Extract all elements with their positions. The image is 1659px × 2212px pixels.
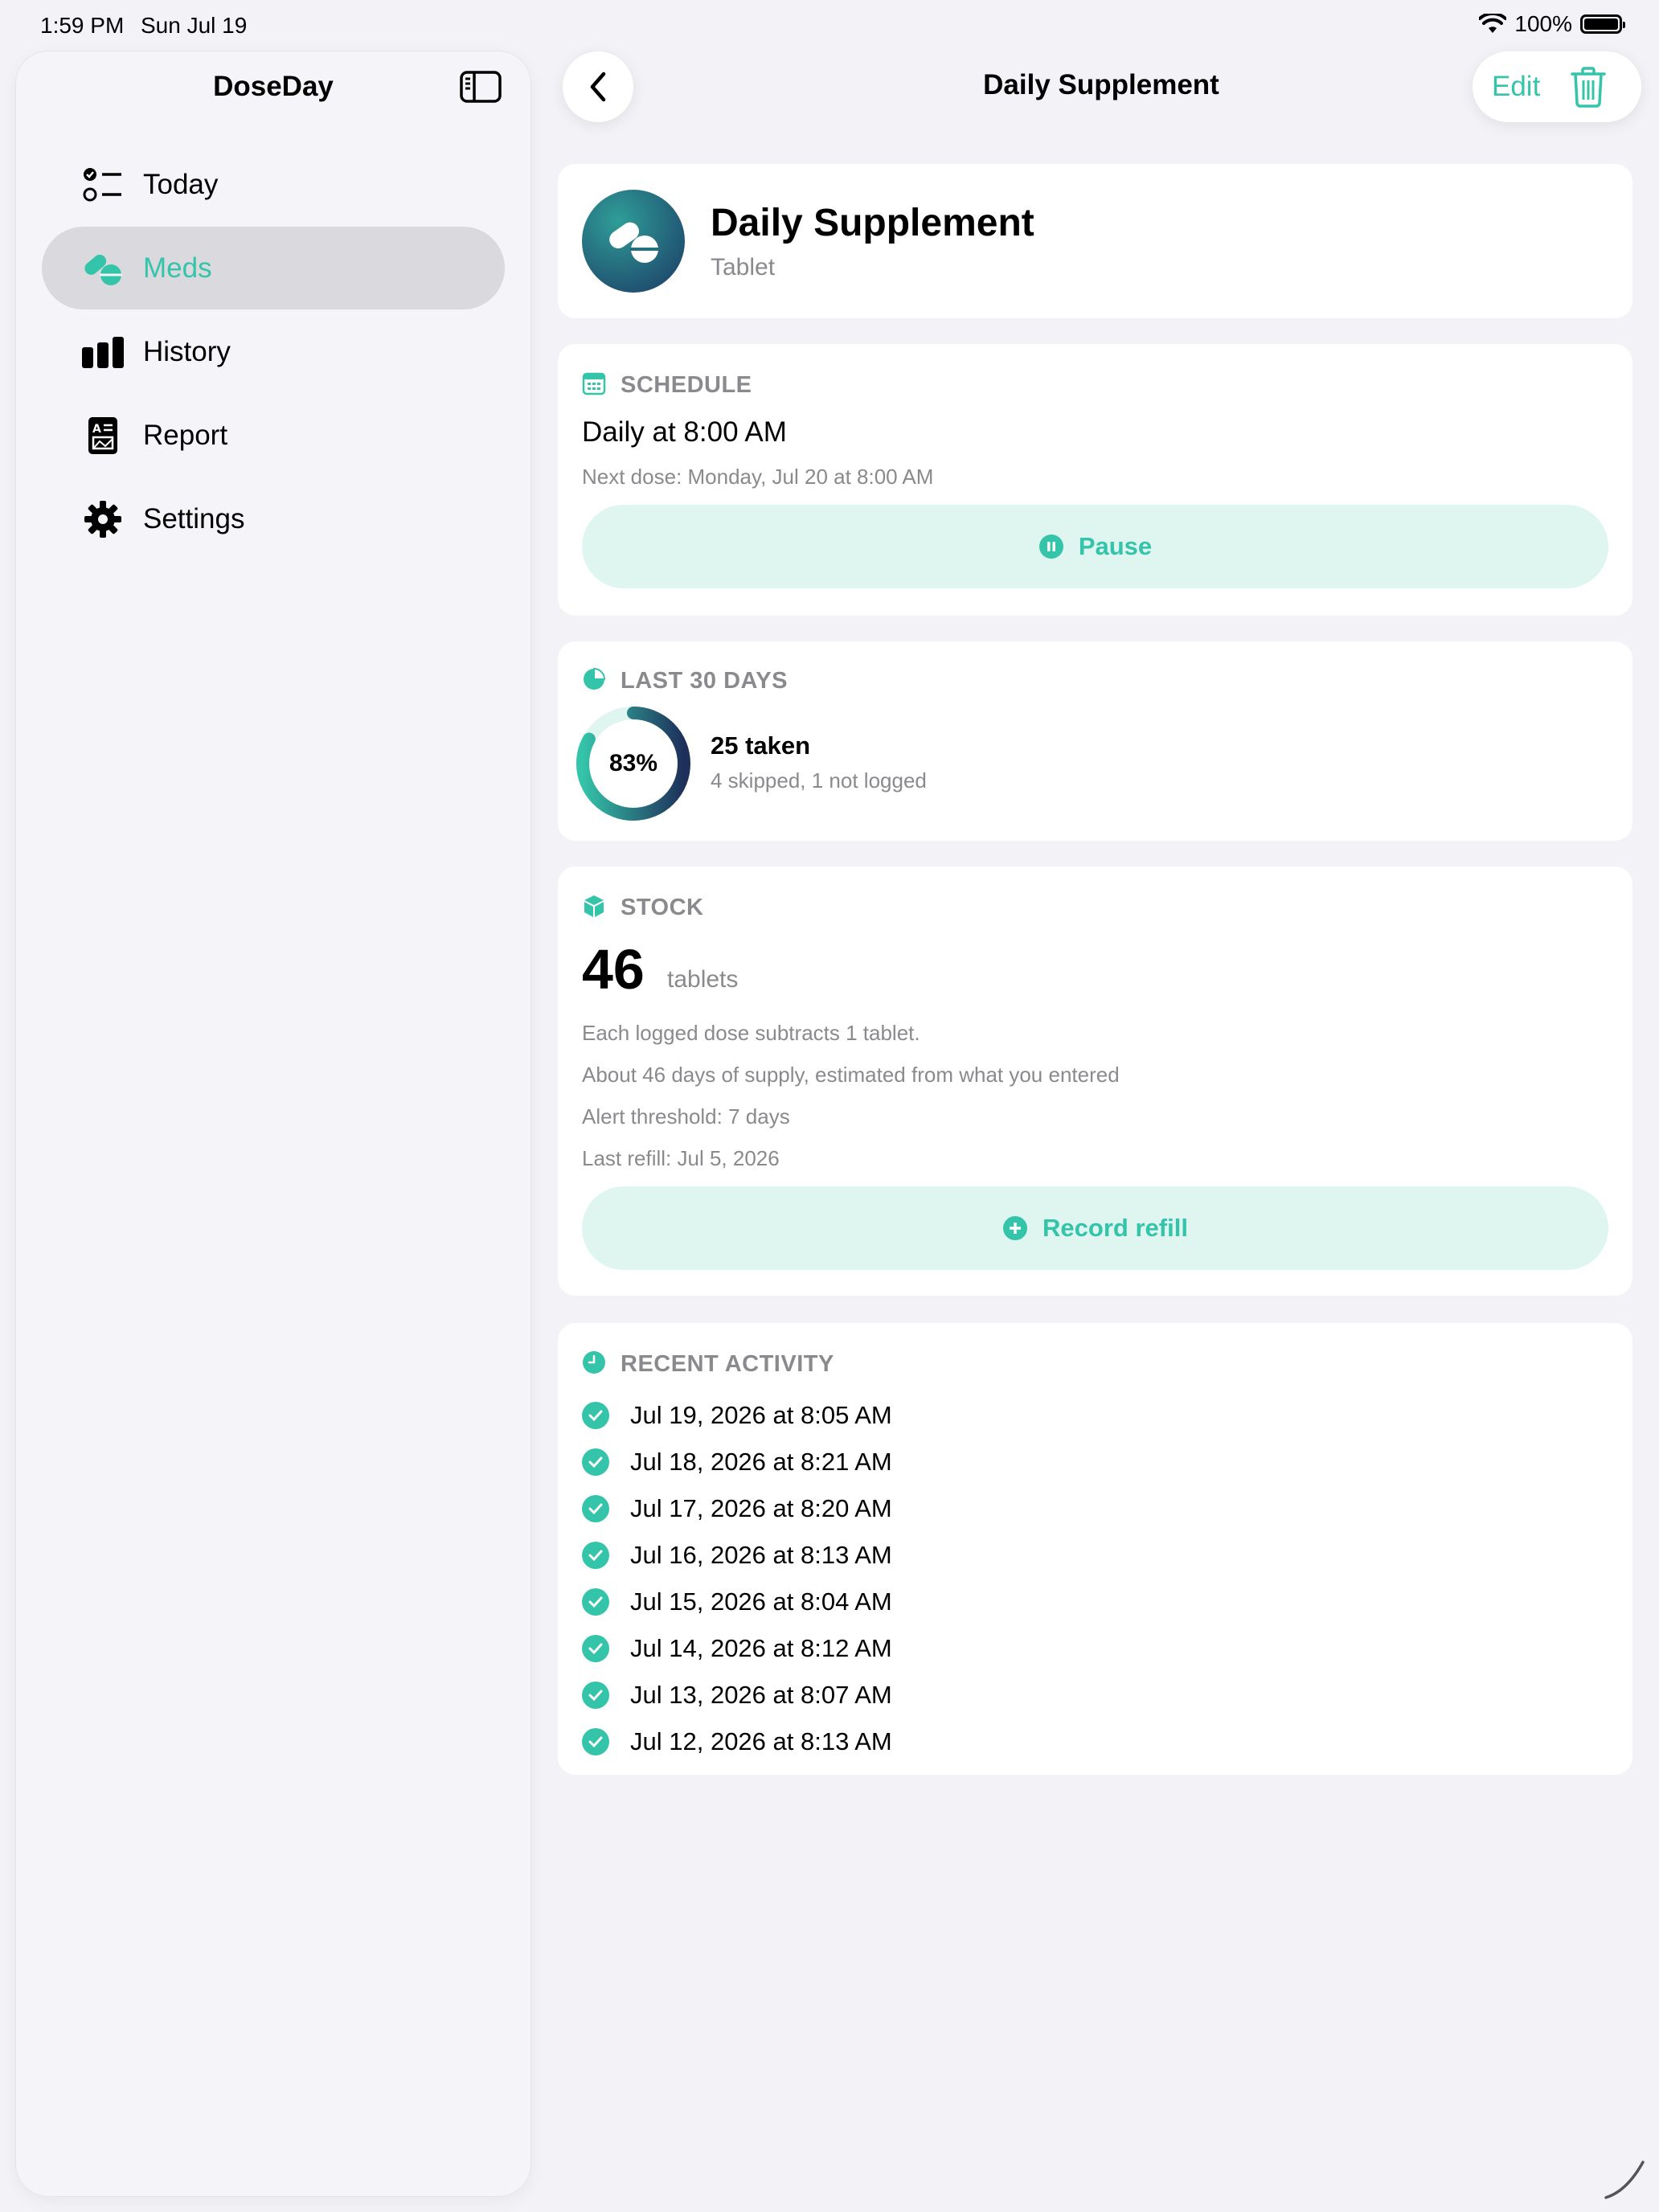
clock-icon xyxy=(582,1350,609,1378)
status-date: Sun Jul 19 xyxy=(141,13,248,38)
toolbar-actions: Edit xyxy=(1473,51,1641,122)
sidebar-item-label: Meds xyxy=(143,252,212,284)
sidebar-toggle-icon[interactable] xyxy=(460,71,502,103)
page-title: Daily Supplement xyxy=(983,69,1219,100)
activity-timestamp: Jul 12, 2026 at 8:13 AM xyxy=(630,1727,892,1755)
pie-chart-icon xyxy=(582,667,609,694)
status-bar: 1:59 PM Sun Jul 19 100% xyxy=(0,0,1659,51)
list-item: Jul 13, 2026 at 8:07 AM xyxy=(582,1672,892,1718)
sidebar-item-meds[interactable]: Meds xyxy=(42,227,505,309)
wifi-icon xyxy=(1479,14,1507,33)
list-item: Jul 19, 2026 at 8:05 AM xyxy=(582,1392,892,1439)
activity-timestamp: Jul 16, 2026 at 8:13 AM xyxy=(630,1541,892,1569)
sidebar-item-today[interactable]: Today xyxy=(42,143,505,226)
activity-list: Jul 19, 2026 at 8:05 AM Jul 18, 2026 at … xyxy=(582,1392,892,1765)
chevron-left-icon xyxy=(590,72,606,102)
stock-card: STOCK 46 tablets Each logged dose subtra… xyxy=(558,866,1632,1296)
report-icon: A xyxy=(80,413,125,458)
pills-icon xyxy=(80,246,125,291)
checklist-icon xyxy=(80,162,125,207)
sidebar-item-settings[interactable]: Settings xyxy=(42,477,505,560)
schedule-when: Daily at 8:00 AM xyxy=(582,416,787,448)
activity-timestamp: Jul 17, 2026 at 8:20 AM xyxy=(630,1494,892,1522)
record-refill-button[interactable]: Record refill xyxy=(582,1186,1608,1270)
checkmark-icon xyxy=(582,1682,609,1709)
bar-chart-icon xyxy=(80,330,125,375)
last-30-days-header-label: LAST 30 DAYS xyxy=(621,667,788,694)
list-item: Jul 18, 2026 at 8:21 AM xyxy=(582,1439,892,1485)
sidebar-item-label: Report xyxy=(143,419,228,451)
checkmark-icon xyxy=(582,1448,609,1476)
pause-icon xyxy=(1038,534,1064,559)
battery-icon xyxy=(1580,14,1625,34)
pause-button-label: Pause xyxy=(1078,532,1153,560)
stock-count: 46 xyxy=(582,938,645,1001)
list-item: Jul 12, 2026 at 8:13 AM xyxy=(582,1718,892,1765)
schedule-card: SCHEDULE Daily at 8:00 AM Next dose: Mon… xyxy=(558,344,1632,616)
pencil-stroke-icon xyxy=(1604,2161,1645,2199)
schedule-header: SCHEDULE xyxy=(582,371,752,399)
stock-info-line: Each logged dose subtracts 1 tablet. xyxy=(582,1021,920,1045)
adherence-percent: 83% xyxy=(608,750,658,776)
activity-timestamp: Jul 18, 2026 at 8:21 AM xyxy=(630,1448,892,1476)
last-30-days-header: LAST 30 DAYS xyxy=(582,667,788,694)
activity-timestamp: Jul 14, 2026 at 8:12 AM xyxy=(630,1634,892,1662)
stock-header: STOCK xyxy=(582,894,703,921)
activity-timestamp: Jul 15, 2026 at 8:04 AM xyxy=(630,1587,892,1616)
medication-name: Daily Supplement xyxy=(711,202,1034,244)
stock-info-line: About 46 days of supply, estimated from … xyxy=(582,1063,1120,1087)
status-time: 1:59 PM xyxy=(40,13,125,38)
checkmark-icon xyxy=(582,1542,609,1569)
sidebar-item-history[interactable]: History xyxy=(42,310,505,393)
plus-circle-icon xyxy=(1002,1215,1028,1241)
box-icon xyxy=(582,894,609,921)
svg-text:A: A xyxy=(92,423,101,436)
list-item: Jul 14, 2026 at 8:12 AM xyxy=(582,1625,892,1672)
last-30-days-card: LAST 30 DAYS 83% 25 taken 4 skipped, 1 n… xyxy=(558,641,1632,841)
stock-unit: tablets xyxy=(667,966,739,993)
stock-info-line: Alert threshold: 7 days xyxy=(582,1104,790,1129)
checkmark-icon xyxy=(582,1495,609,1522)
edit-button[interactable]: Edit xyxy=(1492,71,1540,103)
status-right: 100% xyxy=(1479,11,1625,37)
pills-icon xyxy=(609,222,659,263)
sidebar: DoseDay Today Meds History A Report Sett… xyxy=(16,51,530,2196)
sidebar-nav: Today Meds History A Report Settings xyxy=(42,143,505,561)
trash-icon[interactable] xyxy=(1569,66,1608,108)
list-item: Jul 16, 2026 at 8:13 AM xyxy=(582,1532,892,1579)
sidebar-item-label: History xyxy=(143,335,231,367)
checkmark-icon xyxy=(582,1728,609,1755)
recent-activity-card: RECENT ACTIVITY Jul 19, 2026 at 8:05 AM … xyxy=(558,1323,1632,1775)
checkmark-icon xyxy=(582,1635,609,1662)
next-dose: Next dose: Monday, Jul 20 at 8:00 AM xyxy=(582,465,934,489)
recent-activity-header: RECENT ACTIVITY xyxy=(582,1350,834,1378)
app-title: DoseDay xyxy=(213,71,334,102)
checkmark-icon xyxy=(582,1588,609,1616)
sidebar-item-label: Settings xyxy=(143,502,245,535)
checkmark-icon xyxy=(582,1402,609,1429)
back-button[interactable] xyxy=(563,51,633,122)
battery-percent: 100% xyxy=(1514,11,1572,36)
sidebar-item-label: Today xyxy=(143,168,219,200)
taken-count: 25 taken xyxy=(711,731,811,760)
stock-info-line: Last refill: Jul 5, 2026 xyxy=(582,1146,780,1170)
medication-form: Tablet xyxy=(711,254,776,281)
list-item: Jul 15, 2026 at 8:04 AM xyxy=(582,1579,892,1625)
activity-timestamp: Jul 19, 2026 at 8:05 AM xyxy=(630,1401,892,1429)
pause-button[interactable]: Pause xyxy=(582,505,1608,588)
skipped-summary: 4 skipped, 1 not logged xyxy=(711,768,927,793)
list-item: Jul 17, 2026 at 8:20 AM xyxy=(582,1485,892,1532)
medication-header-card: Daily Supplement Tablet xyxy=(558,164,1632,318)
activity-timestamp: Jul 13, 2026 at 8:07 AM xyxy=(630,1681,892,1709)
gear-icon xyxy=(80,497,125,542)
stock-header-label: STOCK xyxy=(621,894,704,920)
medication-avatar xyxy=(582,190,685,293)
record-refill-label: Record refill xyxy=(1043,1214,1188,1242)
sidebar-item-report[interactable]: A Report xyxy=(42,394,505,477)
recent-activity-header-label: RECENT ACTIVITY xyxy=(621,1350,834,1377)
schedule-header-label: SCHEDULE xyxy=(621,371,752,398)
calendar-icon xyxy=(582,371,609,399)
